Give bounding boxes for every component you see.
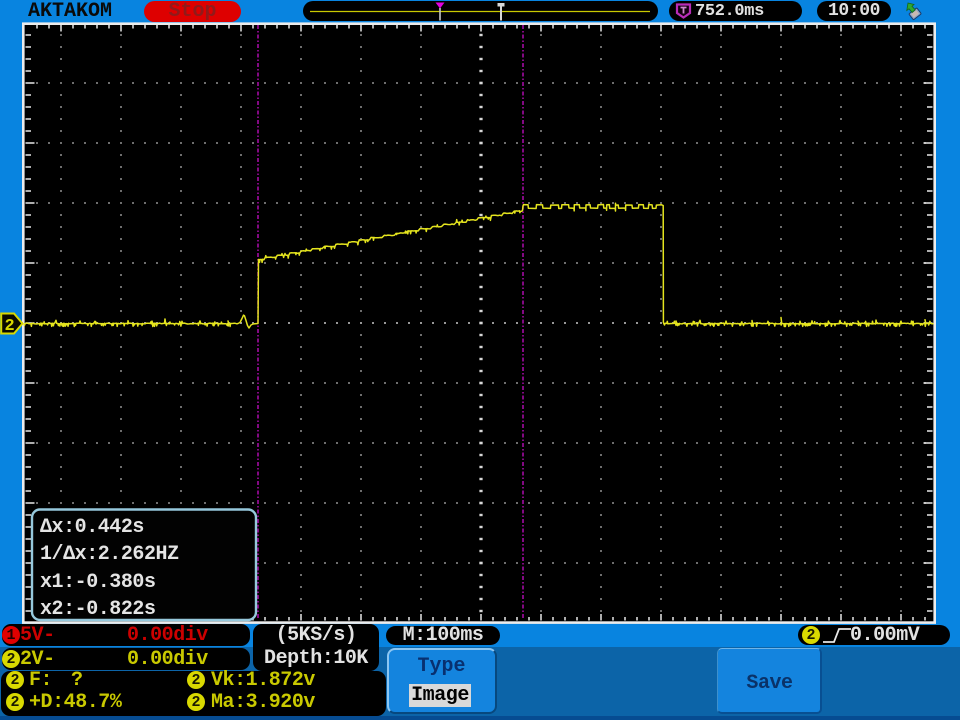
- svg-text:x1:-0.380s: x1:-0.380s: [40, 571, 156, 594]
- svg-text:x2:-0.822s: x2:-0.822s: [40, 598, 156, 621]
- svg-text:Δx:0.442s: Δx:0.442s: [40, 516, 144, 539]
- svg-text:2: 2: [5, 317, 15, 336]
- svg-text:1/Δx:2.262HZ: 1/Δx:2.262HZ: [40, 543, 179, 566]
